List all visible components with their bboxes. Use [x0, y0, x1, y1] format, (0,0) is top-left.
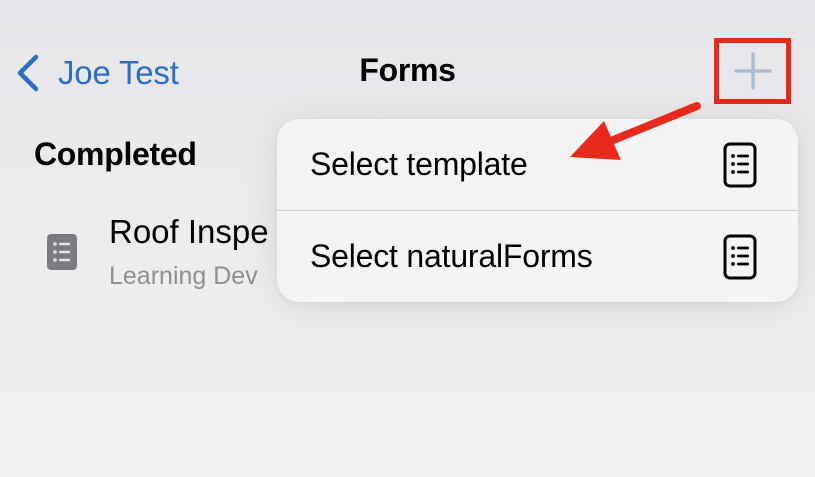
list-item-subtitle: Learning Dev — [109, 262, 258, 290]
list-item-title: Roof Inspe — [109, 213, 269, 250]
form-document-icon — [47, 234, 77, 270]
form-document-icon — [723, 234, 757, 280]
page-title: Forms — [359, 52, 456, 88]
plus-icon — [733, 52, 772, 90]
menu-item-label: Select naturalForms — [310, 238, 593, 274]
navigation-bar: Joe Test Forms — [0, 0, 815, 130]
section-header-completed: Completed — [34, 136, 197, 172]
menu-item-label: Select template — [310, 146, 528, 182]
menu-item-select-naturalforms[interactable]: Select naturalForms — [277, 210, 798, 302]
add-form-menu: Select template Select naturalForms — [277, 119, 798, 302]
add-form-button[interactable] — [714, 38, 791, 104]
menu-item-select-template[interactable]: Select template — [277, 119, 798, 210]
form-document-icon — [723, 142, 757, 188]
